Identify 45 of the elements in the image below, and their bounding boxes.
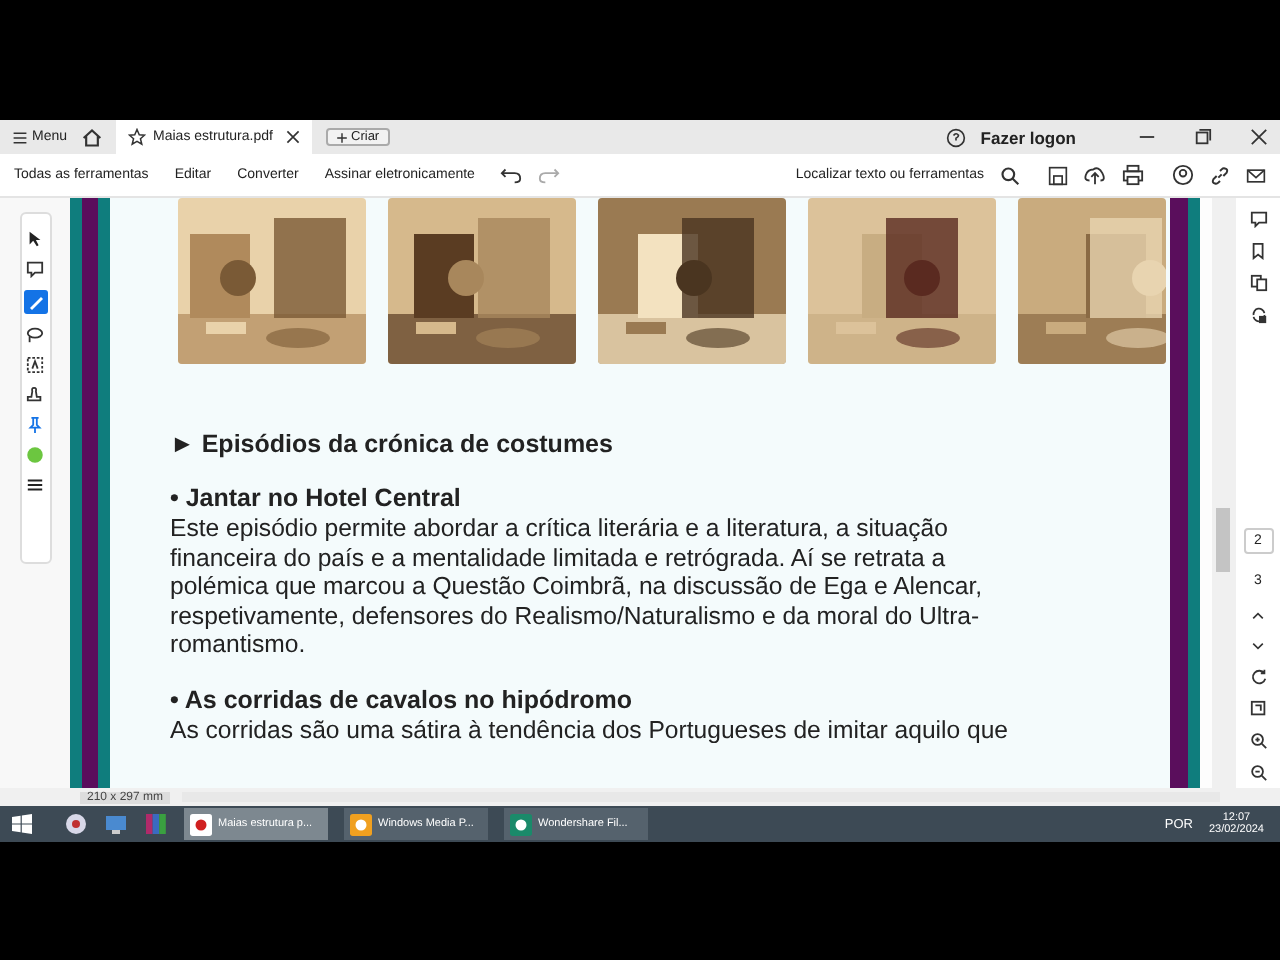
zoom-out-icon[interactable] xyxy=(1249,764,1267,782)
sign-in-button[interactable]: Fazer logon xyxy=(980,127,1076,147)
scrollbar[interactable] xyxy=(1212,198,1236,788)
chevron-down-icon[interactable] xyxy=(1250,638,1266,654)
maximize-icon[interactable] xyxy=(1194,128,1212,146)
app-icon xyxy=(510,813,532,835)
close-tab-icon[interactable] xyxy=(285,130,300,144)
print-icon[interactable] xyxy=(1122,164,1144,186)
bookmark-icon[interactable] xyxy=(1249,242,1267,260)
menu-icon xyxy=(12,129,28,145)
pin-icon[interactable] xyxy=(26,416,44,434)
lasso-icon[interactable] xyxy=(26,326,44,344)
zoom-in-icon[interactable] xyxy=(1249,732,1267,750)
pages-icon[interactable] xyxy=(1249,274,1267,292)
star-icon[interactable] xyxy=(127,128,146,146)
episode-title: • Jantar no Hotel Central xyxy=(170,484,463,514)
stamp-icon[interactable] xyxy=(26,386,44,404)
app-icon[interactable] xyxy=(64,812,88,836)
save-icon[interactable] xyxy=(1048,165,1068,185)
section-heading: ► Episódios da crónica de costumes xyxy=(170,430,615,458)
chevron-up-icon[interactable] xyxy=(1250,608,1266,624)
episode-title: • As corridas de cavalos no hipódromo xyxy=(170,685,635,716)
app-icon xyxy=(190,813,212,835)
paragraph: Este episódio permite abordar a crítica literária e a literatura, a situação financeira do país e a mentalidade limitada e retrógrada. Aí se retrata a polémica que marcou a Questão Coimbrã, na discussão de Ega e Alencar, respetivamente, defensores do Realismo/Naturalismo e da moral do Ultra-romantismo. xyxy=(170,514,985,660)
upload-icon[interactable] xyxy=(1084,164,1106,186)
comment-icon[interactable] xyxy=(26,260,44,278)
help-icon[interactable] xyxy=(946,127,967,147)
search-icon[interactable] xyxy=(1000,165,1020,185)
windows-start-icon[interactable] xyxy=(12,814,32,834)
home-icon[interactable] xyxy=(81,127,102,147)
comment-icon[interactable] xyxy=(1249,210,1267,228)
undo-icon[interactable] xyxy=(500,164,523,186)
close-icon[interactable] xyxy=(1250,128,1268,146)
mail-icon[interactable] xyxy=(1246,165,1266,185)
rotate-icon[interactable] xyxy=(1249,668,1267,686)
cursor-icon[interactable] xyxy=(26,230,44,248)
app-icon xyxy=(350,813,372,835)
color-dot-icon[interactable] xyxy=(26,446,44,464)
link-icon[interactable] xyxy=(1210,165,1230,185)
fit-page-icon[interactable] xyxy=(1249,700,1267,718)
paragraph: As corridas são uma sátira à tendência dos Portugueses de imitar aquilo que xyxy=(170,715,1011,746)
more-icon[interactable] xyxy=(26,476,44,494)
text-box-icon[interactable] xyxy=(26,356,44,374)
pen-icon[interactable] xyxy=(23,290,47,314)
plus-icon xyxy=(335,131,348,143)
